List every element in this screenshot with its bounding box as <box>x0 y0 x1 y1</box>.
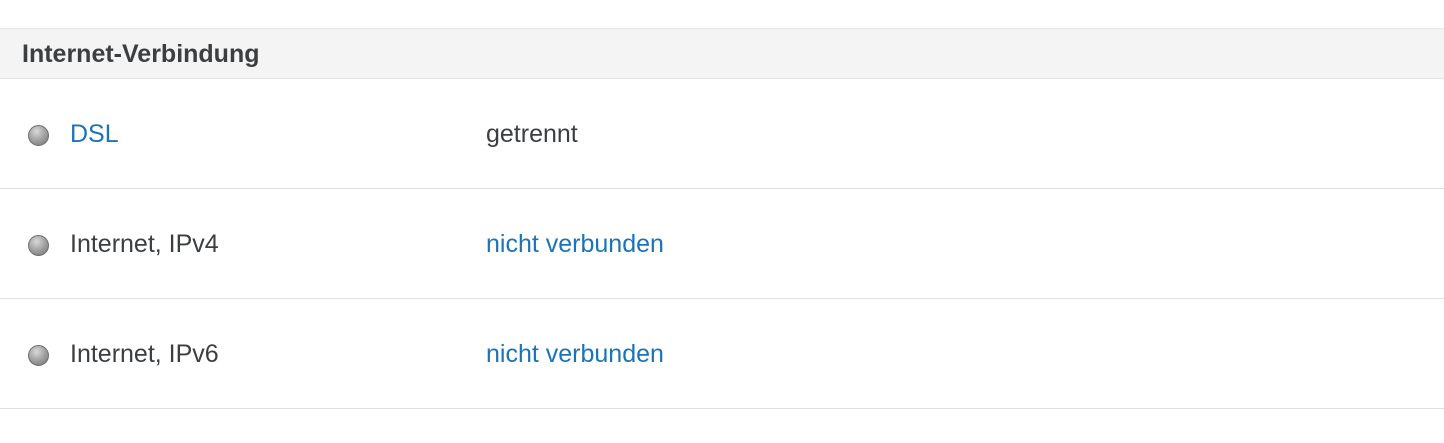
dsl-status-text: getrennt <box>486 120 578 148</box>
section-title: Internet-Verbindung <box>22 40 260 68</box>
connection-list: DSL getrennt Internet, IPv4 nicht verbun… <box>0 79 1444 409</box>
ipv6-status-link[interactable]: nicht verbunden <box>486 339 664 369</box>
connection-row-ipv6: Internet, IPv6 nicht verbunden <box>0 299 1444 409</box>
ipv6-label: Internet, IPv6 <box>70 340 219 368</box>
internet-connection-panel: Internet-Verbindung DSL getrennt Interne… <box>0 0 1444 443</box>
dsl-link[interactable]: DSL <box>70 119 119 149</box>
status-led-icon <box>28 235 49 256</box>
ipv4-label: Internet, IPv4 <box>70 230 219 258</box>
section-header: Internet-Verbindung <box>0 28 1444 79</box>
connection-row-ipv4: Internet, IPv4 nicht verbunden <box>0 189 1444 299</box>
connection-row-dsl: DSL getrennt <box>0 79 1444 189</box>
status-led-icon <box>28 125 49 146</box>
status-led-icon <box>28 345 49 366</box>
ipv4-status-link[interactable]: nicht verbunden <box>486 229 664 259</box>
